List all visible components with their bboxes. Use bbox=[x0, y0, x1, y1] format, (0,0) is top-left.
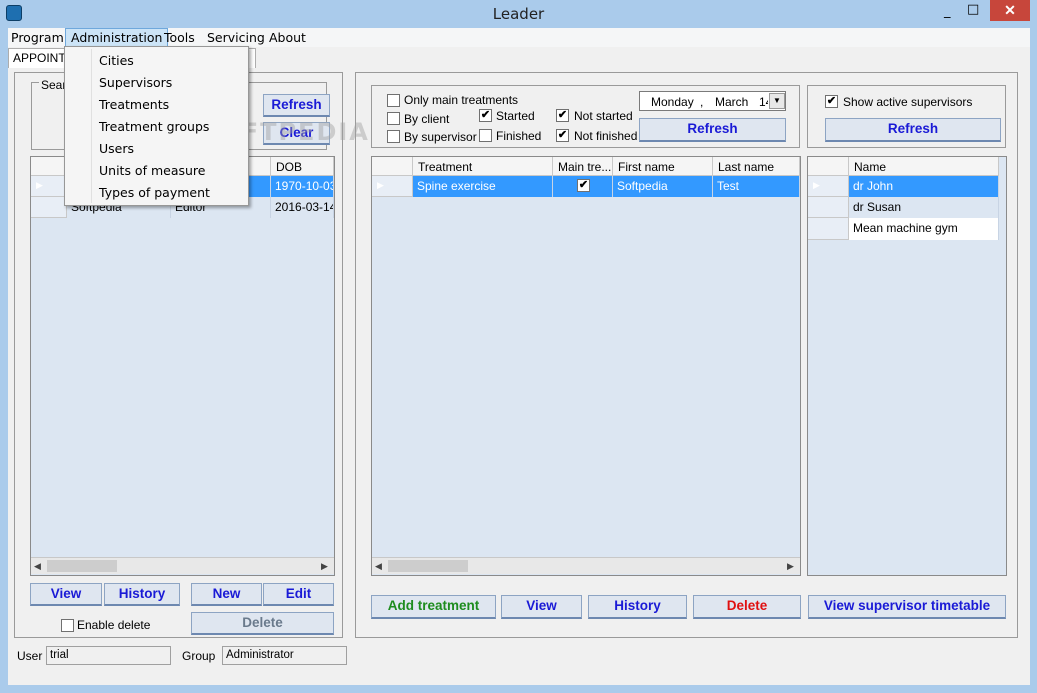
not-finished-label: Not finished bbox=[574, 129, 638, 143]
left-delete-button[interactable]: Delete bbox=[191, 612, 334, 635]
treatments-hscrollbar[interactable]: ◀ ▶ bbox=[372, 557, 800, 574]
date-picker[interactable]: Monday , March 14 ▼ bbox=[639, 91, 786, 111]
scroll-thumb[interactable] bbox=[388, 560, 468, 572]
clients-header-dob[interactable]: DOB bbox=[271, 157, 334, 176]
by-supervisor-label: By supervisor bbox=[404, 130, 477, 144]
by-client-label: By client bbox=[404, 112, 450, 126]
menu-program[interactable]: Program bbox=[11, 30, 64, 45]
add-treatment-button[interactable]: Add treatment bbox=[371, 595, 496, 619]
supervisors-refresh-button[interactable]: Refresh bbox=[825, 118, 1001, 142]
window-title: Leader bbox=[492, 5, 545, 23]
scroll-left-icon[interactable]: ◀ bbox=[375, 561, 382, 572]
row-selector[interactable]: ▶ bbox=[31, 176, 67, 197]
by-supervisor-checkbox[interactable] bbox=[387, 130, 400, 143]
view-supervisor-timetable-button[interactable]: View supervisor timetable bbox=[808, 595, 1006, 619]
treatments-header-last[interactable]: Last name bbox=[713, 157, 800, 176]
new-button[interactable]: New bbox=[191, 583, 262, 606]
treatments-cell-main[interactable]: ✔ bbox=[553, 176, 613, 197]
left-history-button[interactable]: History bbox=[104, 583, 180, 606]
supervisor-row[interactable]: Mean machine gym bbox=[849, 218, 999, 240]
supervisors-header-name[interactable]: Name bbox=[849, 157, 999, 176]
treatments-cell-first[interactable]: Softpedia bbox=[613, 176, 713, 197]
finished-label: Finished bbox=[496, 129, 542, 143]
menu-servicing[interactable]: Servicing bbox=[207, 30, 265, 45]
supervisor-row[interactable]: dr John bbox=[849, 176, 999, 197]
scroll-right-icon[interactable]: ▶ bbox=[787, 561, 794, 572]
started-checkbox[interactable]: ✔ bbox=[479, 109, 492, 122]
by-client-checkbox[interactable] bbox=[387, 112, 400, 125]
treatments-header-treatment[interactable]: Treatment bbox=[413, 157, 553, 176]
date-sep: , bbox=[700, 95, 704, 109]
center-refresh-button[interactable]: Refresh bbox=[639, 118, 786, 142]
menu-item-types-of-payment[interactable]: Types of payment bbox=[99, 185, 210, 200]
row-arrow-icon: ▶ bbox=[36, 180, 43, 190]
row-arrow-icon: ▶ bbox=[813, 180, 820, 190]
menu-about[interactable]: About bbox=[269, 30, 306, 45]
enable-delete-label: Enable delete bbox=[77, 618, 151, 632]
group-label: Group bbox=[182, 649, 216, 663]
menu-tools[interactable]: Tools bbox=[164, 30, 195, 45]
supervisor-row[interactable]: dr Susan bbox=[849, 197, 999, 218]
chevron-down-icon[interactable]: ▼ bbox=[769, 93, 785, 109]
treatments-cell-treatment[interactable]: Spine exercise bbox=[413, 176, 553, 197]
user-label: User bbox=[17, 649, 43, 663]
main-treatment-checkbox[interactable]: ✔ bbox=[577, 179, 590, 192]
scroll-thumb[interactable] bbox=[47, 560, 117, 572]
row-selector[interactable]: ▶ bbox=[372, 176, 413, 197]
menu-administration[interactable]: Administration bbox=[65, 28, 169, 47]
edit-button[interactable]: Edit bbox=[263, 583, 334, 606]
row-selector[interactable] bbox=[808, 197, 849, 218]
only-main-checkbox[interactable] bbox=[387, 94, 400, 107]
scroll-right-icon[interactable]: ▶ bbox=[321, 561, 328, 572]
clients-hscrollbar[interactable]: ◀ ▶ bbox=[31, 557, 334, 574]
left-view-button[interactable]: View bbox=[30, 583, 102, 606]
row-arrow-icon: ▶ bbox=[377, 180, 384, 190]
maximize-button[interactable]: □ bbox=[967, 2, 979, 17]
date-number: 14 bbox=[759, 95, 768, 109]
center-delete-button[interactable]: Delete bbox=[693, 595, 801, 619]
show-active-checkbox[interactable]: ✔ bbox=[825, 95, 838, 108]
menu-gutter bbox=[91, 49, 92, 203]
group-field: Administrator bbox=[222, 646, 347, 665]
clients-cell-dob[interactable]: 2016-03-14 bbox=[271, 197, 334, 218]
close-button[interactable]: ✕ bbox=[990, 0, 1030, 21]
treatments-header-first[interactable]: First name bbox=[613, 157, 713, 176]
treatments-grid bbox=[371, 156, 801, 576]
finished-checkbox[interactable] bbox=[479, 129, 492, 142]
clients-cell-dob[interactable]: 1970-10-03 bbox=[271, 176, 334, 197]
show-active-label: Show active supervisors bbox=[843, 95, 973, 109]
row-selector[interactable] bbox=[31, 197, 67, 218]
date-month: March bbox=[715, 95, 749, 109]
started-label: Started bbox=[496, 109, 535, 123]
supervisors-header-blank bbox=[808, 157, 849, 176]
menu-item-cities[interactable]: Cities bbox=[99, 53, 134, 68]
row-selector[interactable]: ▶ bbox=[808, 176, 849, 197]
menu-item-units-of-measure[interactable]: Units of measure bbox=[99, 163, 205, 178]
left-refresh-button[interactable]: Refresh bbox=[263, 94, 330, 117]
menu-item-treatment-groups[interactable]: Treatment groups bbox=[99, 119, 209, 134]
not-started-checkbox[interactable]: ✔ bbox=[556, 109, 569, 122]
enable-delete-checkbox[interactable] bbox=[61, 619, 74, 632]
menu-item-supervisors[interactable]: Supervisors bbox=[99, 75, 172, 90]
center-history-button[interactable]: History bbox=[588, 595, 687, 619]
only-main-label: Only main treatments bbox=[404, 93, 519, 107]
center-view-button[interactable]: View bbox=[501, 595, 582, 619]
not-started-label: Not started bbox=[574, 109, 633, 123]
minimize-button[interactable]: _ bbox=[944, 4, 951, 19]
treatments-header-blank bbox=[372, 157, 413, 176]
menu-item-users[interactable]: Users bbox=[99, 141, 134, 156]
menu-item-treatments[interactable]: Treatments bbox=[99, 97, 169, 112]
row-selector[interactable] bbox=[808, 218, 849, 240]
user-field: trial bbox=[46, 646, 171, 665]
treatments-cell-last[interactable]: Test bbox=[713, 176, 800, 197]
clients-grid bbox=[30, 156, 335, 576]
date-day: Monday bbox=[651, 95, 694, 109]
treatments-header-main[interactable]: Main tre... bbox=[553, 157, 613, 176]
not-finished-checkbox[interactable]: ✔ bbox=[556, 129, 569, 142]
scroll-left-icon[interactable]: ◀ bbox=[34, 561, 41, 572]
